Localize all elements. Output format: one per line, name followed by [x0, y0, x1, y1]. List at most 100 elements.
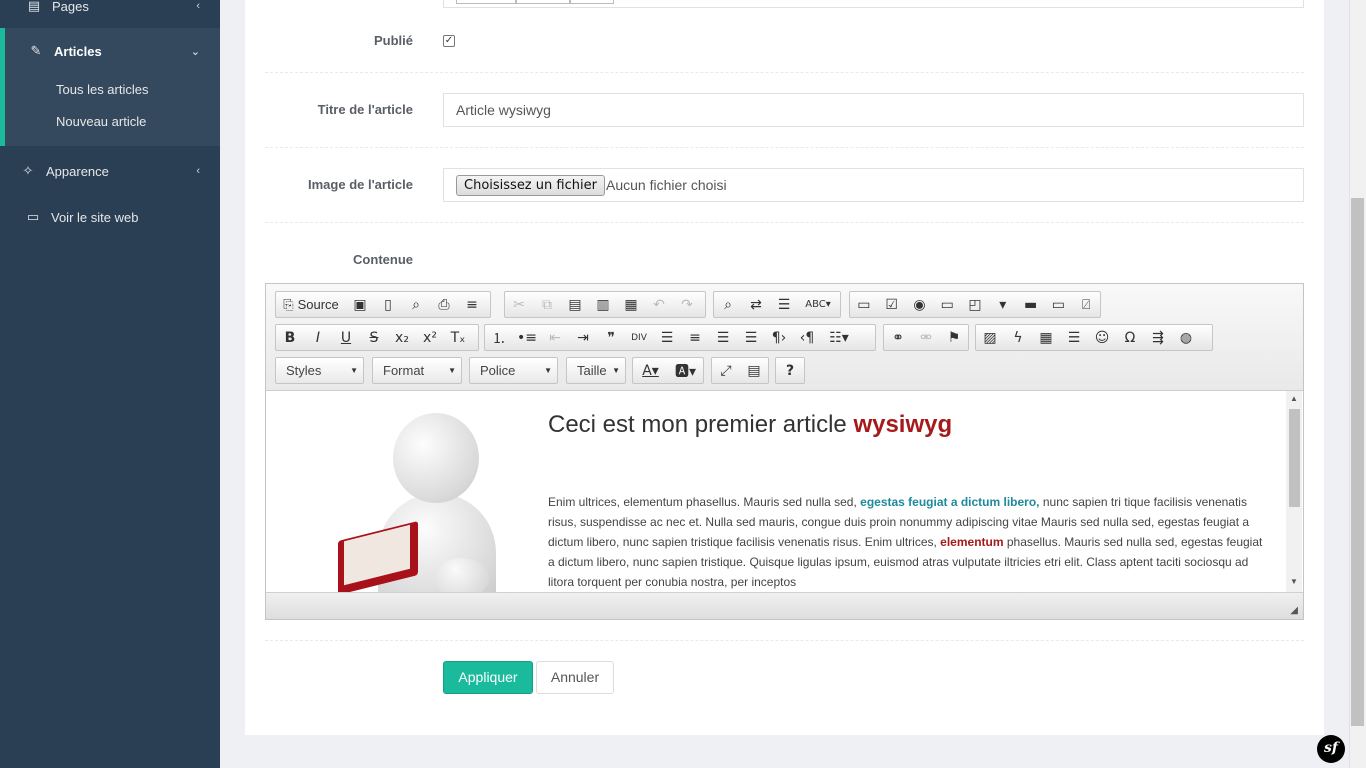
select-button[interactable]: ▾	[989, 292, 1017, 317]
bg-color-button[interactable]: 🅰▾	[668, 358, 703, 383]
blockquote-button[interactable]: ❞	[597, 325, 625, 350]
copy-button[interactable]: ⧉	[533, 292, 561, 317]
unlink-button[interactable]: ⚮	[912, 325, 940, 350]
paste-button[interactable]: ▤	[561, 292, 589, 317]
editor-content-area[interactable]: Ceci est mon premier article wysiwyg Eni…	[266, 391, 1303, 592]
link-button[interactable]: ⚭	[884, 325, 912, 350]
button-button[interactable]: ▬	[1017, 292, 1045, 317]
indent-button[interactable]: ⇥	[569, 325, 597, 350]
symfony-toolbar-icon[interactable]: sf	[1317, 735, 1345, 763]
sidebar-item-voir-site[interactable]: ▭ Voir le site web	[0, 204, 220, 230]
align-right-button[interactable]: ☰	[709, 325, 737, 350]
source-button[interactable]: ⎘ Source	[276, 292, 346, 317]
save-button[interactable]: ▣	[346, 292, 374, 317]
image-button[interactable]: ▨	[976, 325, 1004, 350]
rtl-button[interactable]: ‹¶	[793, 325, 821, 350]
underline-button[interactable]: U	[332, 325, 360, 350]
italic-button[interactable]: I	[304, 325, 332, 350]
scroll-up-icon[interactable]: ▲	[1290, 394, 1298, 403]
maximize-button[interactable]: ⤢	[712, 358, 740, 383]
bold-button[interactable]: B	[276, 325, 304, 350]
sidebar-item-apparence[interactable]: ✧ Apparence ‹	[0, 158, 220, 184]
subscript-button[interactable]: x₂	[388, 325, 416, 350]
div-button[interactable]: DIV	[625, 325, 653, 350]
apply-button[interactable]: Appliquer	[443, 661, 533, 694]
sidebar-subitem-tous-les-articles[interactable]: Tous les articles	[56, 82, 148, 97]
flash-button[interactable]: ϟ	[1004, 325, 1032, 350]
paste-word-button[interactable]: ▦	[617, 292, 645, 317]
align-left-button[interactable]: ☰	[653, 325, 681, 350]
form-button[interactable]: ▭	[850, 292, 878, 317]
toolbar-group-insert: ▨ ϟ ▦ ☰ ☺ Ω ⇶ ◍	[975, 324, 1213, 351]
print-button[interactable]: ⎙	[430, 292, 458, 317]
bulleted-list-button[interactable]: •≡	[513, 325, 541, 350]
textarea-button[interactable]: ◰	[961, 292, 989, 317]
show-blocks-button[interactable]: ▤	[740, 358, 768, 383]
anchor-button[interactable]: ⚑	[940, 325, 968, 350]
toolbar-group-colors: A▾ 🅰▾	[632, 357, 704, 384]
text-color-button[interactable]: A▾	[633, 358, 668, 383]
copy-icon: ⧉	[542, 296, 552, 313]
templates-button[interactable]: ≡	[458, 292, 486, 317]
special-char-button[interactable]: Ω	[1116, 325, 1144, 350]
publie-checkbox[interactable]: ✓	[443, 35, 455, 47]
find-button[interactable]: ⌕	[714, 292, 742, 317]
redo-button[interactable]: ↷	[673, 292, 701, 317]
cancel-button[interactable]: Annuler	[536, 661, 614, 694]
smiley-button[interactable]: ☺	[1088, 325, 1116, 350]
divider	[265, 147, 1304, 148]
sidebar: ▤ Pages ‹ ✎ Articles ⌄ Tous les articles…	[0, 0, 220, 768]
radio-button[interactable]: ◉	[906, 292, 934, 317]
image-file-input[interactable]: Choisissez un fichier Aucun fichier choi…	[443, 168, 1304, 202]
choose-file-button[interactable]: Choisissez un fichier	[456, 175, 605, 196]
select-all-button[interactable]: ☰	[770, 292, 798, 317]
preview-button[interactable]: ⌕	[402, 292, 430, 317]
ltr-button[interactable]: ¶›	[765, 325, 793, 350]
select-icon: ▾	[999, 296, 1007, 313]
sidebar-subitem-nouveau-article[interactable]: Nouveau article	[56, 114, 146, 129]
toolbar-group-clipboard: ✂ ⧉ ▤ ▥ ▦ ↶ ↷	[504, 291, 706, 318]
page-scrollbar-thumb[interactable]	[1351, 198, 1364, 726]
format-combo[interactable]: Format ▼	[372, 357, 462, 384]
spellcheck-button[interactable]: ABC▾	[798, 292, 838, 317]
table-button[interactable]: ▦	[1032, 325, 1060, 350]
sidebar-item-pages[interactable]: ▤ Pages ‹	[0, 0, 220, 20]
editor-scrollbar-thumb[interactable]	[1289, 409, 1300, 507]
paste-text-button[interactable]: ▥	[589, 292, 617, 317]
language-button[interactable]: ☷▾	[821, 325, 857, 350]
about-button[interactable]: ?	[776, 358, 804, 383]
superscript-button[interactable]: x²	[416, 325, 444, 350]
paragraph-highlight-red: elementum	[940, 535, 1004, 549]
replace-button[interactable]: ⇄	[742, 292, 770, 317]
article-image	[338, 413, 498, 592]
horizontal-rule-button[interactable]: ☰	[1060, 325, 1088, 350]
remove-format-button[interactable]: Tₓ	[444, 325, 472, 350]
outdent-button[interactable]: ⇤	[541, 325, 569, 350]
cut-button[interactable]: ✂	[505, 292, 533, 317]
font-combo[interactable]: Police ▼	[469, 357, 558, 384]
page-break-button[interactable]: ⇶	[1144, 325, 1172, 350]
replace-icon: ⇄	[750, 296, 762, 313]
justify-button[interactable]: ☰	[737, 325, 765, 350]
size-combo[interactable]: Taille ▼	[566, 357, 626, 384]
undo-button[interactable]: ↶	[645, 292, 673, 317]
titre-input[interactable]: Article wysiwyg	[443, 93, 1304, 127]
sidebar-item-articles[interactable]: ✎ Articles ⌄	[0, 38, 220, 64]
bulleted-list-icon: •≡	[517, 329, 537, 346]
image-button-button[interactable]: ▭	[1044, 292, 1072, 317]
superscript-icon: x²	[423, 329, 437, 346]
iframe-button[interactable]: ◍	[1172, 325, 1200, 350]
divider	[265, 640, 1304, 641]
styles-combo[interactable]: Styles ▼	[275, 357, 364, 384]
heading-highlight: wysiwyg	[853, 411, 953, 438]
textfield-button[interactable]: ▭	[933, 292, 961, 317]
outdent-icon: ⇤	[549, 329, 561, 346]
numbered-list-button[interactable]: ⒈	[485, 325, 513, 350]
hidden-field-button[interactable]: ⍁	[1072, 292, 1100, 317]
new-page-button[interactable]: ▯	[374, 292, 402, 317]
resize-handle-icon[interactable]: ◢	[1290, 605, 1298, 616]
strike-button[interactable]: S	[360, 325, 388, 350]
scroll-down-icon[interactable]: ▼	[1290, 577, 1298, 586]
checkbox-button[interactable]: ☑	[878, 292, 906, 317]
align-center-button[interactable]: ≡	[681, 325, 709, 350]
